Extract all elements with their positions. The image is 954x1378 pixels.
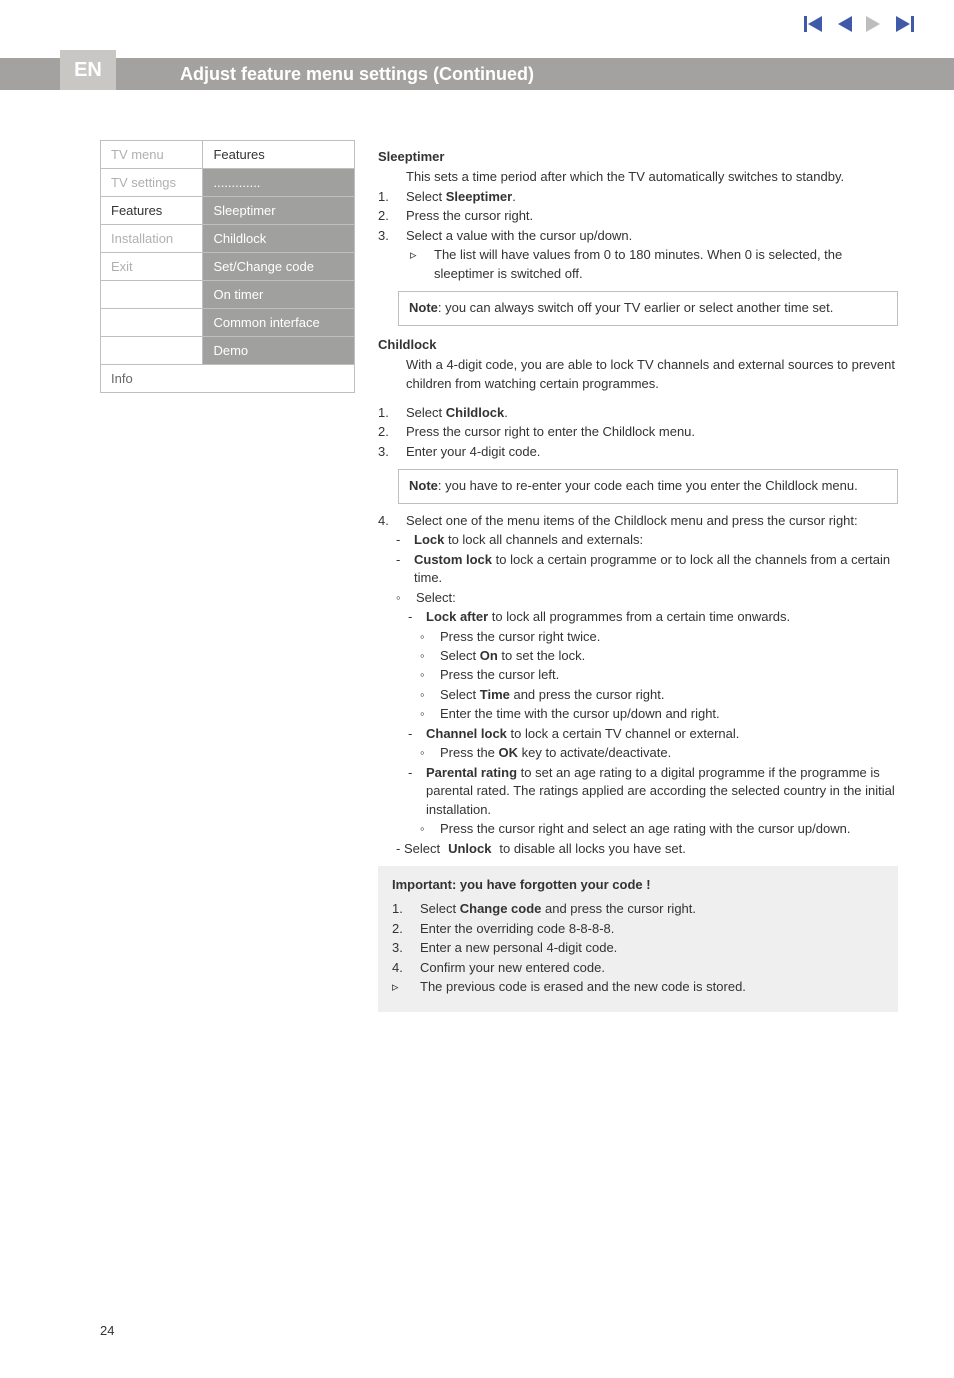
sleeptimer-note: Note: you can always switch off your TV … [398, 291, 898, 325]
channel-lock-item: Channel lock to lock a certain TV channe… [426, 725, 739, 743]
step-number: 3. [378, 443, 396, 461]
unlock-item: - Select Unlock to disable all locks you… [378, 840, 898, 858]
step-number: 4. [378, 512, 396, 530]
sleeptimer-result: ▹ The list will have values from 0 to 18… [378, 246, 898, 283]
step-text: Enter a new personal 4-digit code. [420, 939, 617, 957]
step-text: Select Sleeptimer. [406, 188, 516, 206]
menu-dots: ............. [203, 169, 355, 197]
step-text: Select one of the menu items of the Chil… [406, 512, 858, 530]
la-step: Enter the time with the cursor up/down a… [440, 705, 720, 723]
menu-empty [101, 309, 203, 337]
step-text: Select Change code and press the cursor … [420, 900, 696, 918]
tv-menu-table: TV menu Features TV settings ...........… [100, 140, 355, 393]
la-step: Select On to set the lock. [440, 647, 585, 665]
childlock-note: Note: you have to re-enter your code eac… [398, 469, 898, 503]
nav-prev-icon[interactable] [836, 16, 852, 32]
la-step: Press the cursor right twice. [440, 628, 600, 646]
ring-icon: ◦ [420, 686, 432, 704]
page-header-bar: Adjust feature menu settings (Continued) [0, 58, 954, 90]
step-number: 2. [378, 207, 396, 225]
childlock-heading: Childlock [378, 336, 898, 354]
step-text: Press the cursor right to enter the Chil… [406, 423, 695, 441]
menu-empty [101, 337, 203, 365]
ring-icon: ◦ [420, 666, 432, 684]
menu-exit: Exit [101, 253, 203, 281]
step-number: 2. [378, 423, 396, 441]
ring-icon: ◦ [420, 628, 432, 646]
menu-right-header: Features [203, 141, 355, 169]
language-badge: EN [60, 50, 116, 90]
la-step: Press the cursor left. [440, 666, 559, 684]
parental-rating-item: Parental rating to set an age rating to … [426, 764, 898, 819]
pr-sub: Press the cursor right and select an age… [440, 820, 850, 838]
page-title: Adjust feature menu settings (Continued) [180, 64, 534, 85]
content-column: Sleeptimer This sets a time period after… [378, 138, 898, 1012]
menu-installation: Installation [101, 225, 203, 253]
step-text: The previous code is erased and the new … [420, 978, 746, 996]
menu-sleeptimer: Sleeptimer [203, 197, 355, 225]
sleeptimer-step3: 3. Select a value with the cursor up/dow… [378, 227, 898, 245]
menu-features: Features [101, 197, 203, 225]
la-step: Select Time and press the cursor right. [440, 686, 665, 704]
step-text: Press the cursor right. [406, 207, 533, 225]
menu-common-interface: Common interface [203, 309, 355, 337]
dash-icon: - [408, 764, 418, 819]
menu-demo: Demo [203, 337, 355, 365]
ring-icon: ◦ [420, 820, 432, 838]
step-number: 2. [392, 920, 410, 938]
menu-left-header: TV menu [101, 141, 203, 169]
ring-icon: ◦ [420, 744, 432, 762]
page-number: 24 [100, 1323, 114, 1338]
nav-last-icon[interactable] [896, 16, 914, 32]
lock-item: Lock to lock all channels and externals: [414, 531, 643, 549]
step-number: 1. [392, 900, 410, 918]
step-text: Confirm your new entered code. [420, 959, 605, 977]
sleeptimer-heading: Sleeptimer [378, 148, 898, 166]
sleeptimer-step1: 1. Select Sleeptimer. [378, 188, 898, 206]
step-text: Select Childlock. [406, 404, 508, 422]
childlock-intro: With a 4-digit code, you are able to loc… [378, 356, 898, 393]
menu-info: Info [101, 365, 355, 393]
chlock-sub: Press the OK key to activate/deactivate. [440, 744, 671, 762]
nav-icon-group [804, 16, 914, 32]
menu-ontimer: On timer [203, 281, 355, 309]
dash-icon: - [396, 531, 406, 549]
step-number: 4. [392, 959, 410, 977]
nav-next-icon [866, 16, 882, 32]
menu-setchange: Set/Change code [203, 253, 355, 281]
sleeptimer-step2: 2. Press the cursor right. [378, 207, 898, 225]
step-number: 1. [378, 404, 396, 422]
dash-icon: - [408, 608, 418, 626]
step-number: 3. [392, 939, 410, 957]
triangle-icon: ▹ [392, 978, 410, 996]
step-number: 1. [378, 188, 396, 206]
childlock-steps: 1. Select Childlock. 2. Press the cursor r… [378, 404, 898, 858]
ring-icon: ◦ [420, 647, 432, 665]
ring-icon: ◦ [396, 589, 408, 607]
dash-icon: - [396, 551, 406, 588]
important-heading: Important: you have forgotten your code … [392, 876, 884, 894]
nav-first-icon[interactable] [804, 16, 822, 32]
dash-icon: - [408, 725, 418, 743]
menu-tv-settings: TV settings [101, 169, 203, 197]
sleeptimer-intro: This sets a time period after which the … [378, 168, 898, 186]
ring-icon: ◦ [420, 705, 432, 723]
custom-lock-item: Custom lock to lock a certain programme … [414, 551, 898, 588]
select-label: Select: [416, 589, 456, 607]
step-text: Select a value with the cursor up/down. [406, 227, 632, 245]
step-text: Enter your 4-digit code. [406, 443, 540, 461]
triangle-icon: ▹ [406, 246, 424, 283]
menu-empty [101, 281, 203, 309]
important-section: Important: you have forgotten your code … [378, 866, 898, 1012]
step-number: 3. [378, 227, 396, 245]
step-text: The list will have values from 0 to 180 … [434, 246, 898, 283]
step-text: Enter the overriding code 8-8-8-8. [420, 920, 614, 938]
menu-childlock: Childlock [203, 225, 355, 253]
lockafter-item: Lock after to lock all programmes from a… [426, 608, 790, 626]
